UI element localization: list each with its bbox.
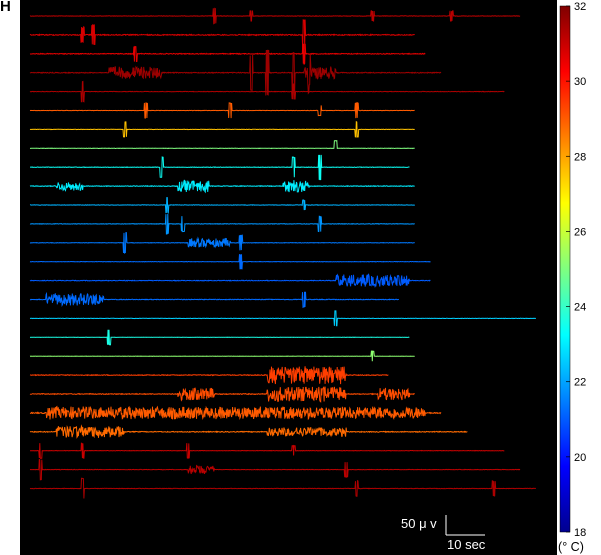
colorbar-tick-label: 30 [574,76,586,88]
colorbar-tick-label: 20 [574,452,586,464]
plot-background [20,0,557,555]
figure: 50 μ v 10 sec 18 20 22 24 26 28 30 32 Temp (° C… [20,0,601,555]
colorbar-tick-label: 24 [574,302,586,314]
colorbar-tick-label: 22 [574,377,586,389]
colorbar-tick-label: 28 [574,151,586,163]
colorbar-tick-label: 32 [574,1,586,13]
scale-bar-x-label: 10 sec [447,537,486,552]
colorbar-tick-label: 18 [574,527,586,539]
colorbar-label: Temp (° C) [524,540,584,554]
colorbar-tick-label: 26 [574,226,586,238]
colorbar-scale [559,5,571,533]
scale-bar-y-label: 50 μ v [401,516,437,531]
